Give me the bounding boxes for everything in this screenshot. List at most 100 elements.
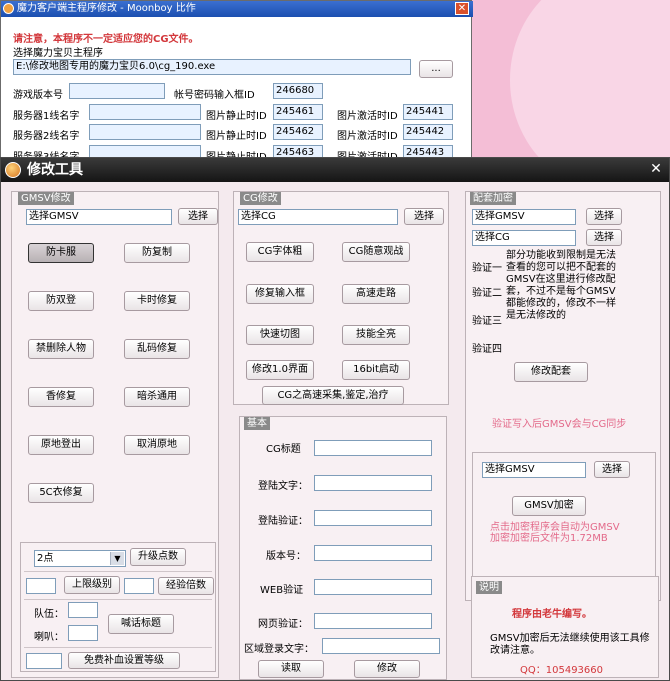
gmsv-group-header: GMSV修改 xyxy=(18,192,74,205)
webpage-verify-label: 网页验证： xyxy=(258,619,308,630)
garbled-text-fix-button[interactable]: 乱码修复 xyxy=(124,339,190,359)
desktop-background xyxy=(470,0,670,190)
free-heal-button[interactable]: 免费补血设置等级 xyxy=(68,652,180,669)
block-delete-character-button[interactable]: 禁删除人物 xyxy=(28,339,94,359)
server2-static-label: 图片静止时ID xyxy=(206,131,267,142)
version-input[interactable] xyxy=(314,545,432,561)
main-window-titlebar: 修改工具 ✕ xyxy=(1,158,669,182)
verify-4-label: 验证四 xyxy=(472,344,502,355)
divider xyxy=(24,571,212,572)
main-program-path[interactable]: E:\修改地图专用的魔力宝贝6.0\cg_190.exe xyxy=(13,59,411,75)
assassination-universal-button[interactable]: 暗杀通用 xyxy=(124,387,190,407)
verify-3-label: 验证三 xyxy=(472,316,502,327)
web-verify-input[interactable] xyxy=(314,579,432,595)
region-login-label: 区域登录文字： xyxy=(244,644,314,655)
gmsv-encrypt-button[interactable]: GMSV加密 xyxy=(512,496,586,516)
server1-name-input[interactable] xyxy=(89,104,201,120)
team-input[interactable] xyxy=(68,602,98,618)
browse-button[interactable]: ... xyxy=(419,60,453,78)
game-version-input[interactable] xyxy=(69,83,165,99)
16bit-launch-button[interactable]: 16bit启动 xyxy=(342,360,410,380)
pair-encrypt-group: 配套加密 选择GMSV 选择 选择CG 选择 验证一 验证二 验证三 验证四 部… xyxy=(465,191,661,601)
region-login-input[interactable] xyxy=(322,638,440,654)
time-card-fix-button[interactable]: 卡时修复 xyxy=(124,291,190,311)
fix-input-box-button[interactable]: 修复输入框 xyxy=(246,284,314,304)
server2-static-id[interactable]: 245462 xyxy=(273,124,323,140)
modify-1-0-ui-button[interactable]: 修改1.0界面 xyxy=(246,360,314,380)
server1-static-id[interactable]: 245461 xyxy=(273,104,323,120)
verify-1-label: 验证一 xyxy=(472,263,502,274)
divider xyxy=(24,599,212,600)
incense-fix-button[interactable]: 香修复 xyxy=(28,387,94,407)
cg-path-field[interactable]: 选择CG xyxy=(238,209,398,225)
cg-group-header: CG修改 xyxy=(240,192,281,205)
main-window-title: 修改工具 xyxy=(27,162,83,178)
anti-copy-button[interactable]: 防复制 xyxy=(124,243,190,263)
horn-label: 喇叭： xyxy=(34,632,64,643)
free-heal-level-input[interactable] xyxy=(26,653,62,669)
pair-cg-field[interactable]: 选择CG xyxy=(472,230,576,246)
server2-label: 服务器2线名字 xyxy=(13,131,80,142)
exp-rate-input[interactable] xyxy=(124,578,154,594)
pair-cg-select-button[interactable]: 选择 xyxy=(586,229,622,246)
level-cap-input[interactable] xyxy=(26,578,56,594)
cg-fast-gather-button[interactable]: CG之高速采集,鉴定,治疗 xyxy=(262,386,404,405)
login-verify-input[interactable] xyxy=(314,510,432,526)
shout-title-button[interactable]: 喊话标题 xyxy=(108,614,174,634)
game-version-label: 游戏版本号 xyxy=(13,90,63,101)
5c-clothing-fix-button[interactable]: 5C衣修复 xyxy=(28,483,94,503)
pair-gmsv-field[interactable]: 选择GMSV xyxy=(472,209,576,225)
background-window: 魔力客户端主程序修改 - Moonboy ⽐作 ✕ 请注意，本程序不一定适应您的… xyxy=(0,0,473,163)
upgrade-points-button[interactable]: 升级点数 xyxy=(130,548,186,566)
verify-note: 验证写入后GMSV会与CG同步 xyxy=(492,419,627,430)
logout-in-place-button[interactable]: 原地登出 xyxy=(28,435,94,455)
about-group: 说明 程序由老牛编写。 GMSV加密后无法继续使用该工具修改请注意。 QQ：10… xyxy=(471,576,659,678)
cg-bold-font-button[interactable]: CG字体粗 xyxy=(246,242,314,262)
fast-walk-button[interactable]: 高速走路 xyxy=(342,284,410,304)
about-group-header: 说明 xyxy=(476,581,502,594)
password-frame-id[interactable]: 246680 xyxy=(273,83,323,99)
exp-rate-button[interactable]: 经验倍数 xyxy=(158,577,214,595)
modify-button[interactable]: 修改 xyxy=(354,660,420,678)
background-window-title: 魔力客户端主程序修改 - Moonboy ⽐作 xyxy=(17,3,196,14)
team-label: 队伍： xyxy=(34,609,64,620)
read-button[interactable]: 读取 xyxy=(258,660,324,678)
horn-input[interactable] xyxy=(68,625,98,641)
upgrade-points-select[interactable]: 2点 ▼ xyxy=(34,550,126,567)
gmsv-path-field[interactable]: 选择GMSV xyxy=(26,209,172,225)
gmsv-select-button[interactable]: 选择 xyxy=(178,208,218,225)
pair-info-text: 部分功能收到限制是无法查看的您可以把不配套的GMSV在这里进行修改配套，不过不是… xyxy=(506,250,616,321)
cg-title-input[interactable] xyxy=(314,440,432,456)
app-icon xyxy=(5,162,21,178)
background-window-titlebar: 魔力客户端主程序修改 - Moonboy ⽐作 ✕ xyxy=(1,1,473,17)
verify-2-label: 验证二 xyxy=(472,288,502,299)
anti-double-login-button[interactable]: 防双登 xyxy=(28,291,94,311)
anti-lag-button[interactable]: 防卡服 xyxy=(28,243,94,263)
webpage-verify-input[interactable] xyxy=(314,613,432,629)
cancel-in-place-button[interactable]: 取消原地 xyxy=(124,435,190,455)
server2-name-input[interactable] xyxy=(89,124,201,140)
chevron-down-icon[interactable]: ▼ xyxy=(110,552,124,565)
close-icon[interactable]: ✕ xyxy=(649,162,663,176)
skills-all-lit-button[interactable]: 技能全亮 xyxy=(342,325,410,345)
server1-label: 服务器1线名字 xyxy=(13,111,80,122)
encrypt-gmsv-field[interactable]: 选择GMSV xyxy=(482,462,586,478)
encrypt-note: 点击加密程序会自动为GMSV加密加密后文件为1.72MB xyxy=(490,522,620,544)
password-frame-label: 帐号密码输入框ID xyxy=(174,90,255,101)
level-cap-button[interactable]: 上限级别 xyxy=(64,576,120,594)
qq-text: QQ：105493660 xyxy=(520,665,604,676)
server2-active-id[interactable]: 245442 xyxy=(403,124,453,140)
about-notice: GMSV加密后无法继续使用该工具修改请注意。 xyxy=(490,633,650,656)
login-text-input[interactable] xyxy=(314,475,432,491)
cg-free-spectate-button[interactable]: CG随意观战 xyxy=(342,242,410,262)
encrypt-gmsv-select-button[interactable]: 选择 xyxy=(594,461,630,478)
pair-gmsv-select-button[interactable]: 选择 xyxy=(586,208,622,225)
cg-select-button[interactable]: 选择 xyxy=(404,208,444,225)
fast-map-switch-button[interactable]: 快速切图 xyxy=(246,325,314,345)
modify-pair-button[interactable]: 修改配套 xyxy=(514,362,588,382)
author-text: 程序由老牛编写。 xyxy=(512,609,592,620)
close-icon[interactable]: ✕ xyxy=(455,2,469,15)
server1-active-id[interactable]: 245441 xyxy=(403,104,453,120)
server1-active-label: 图片激活时ID xyxy=(337,111,398,122)
app-icon xyxy=(3,3,14,14)
